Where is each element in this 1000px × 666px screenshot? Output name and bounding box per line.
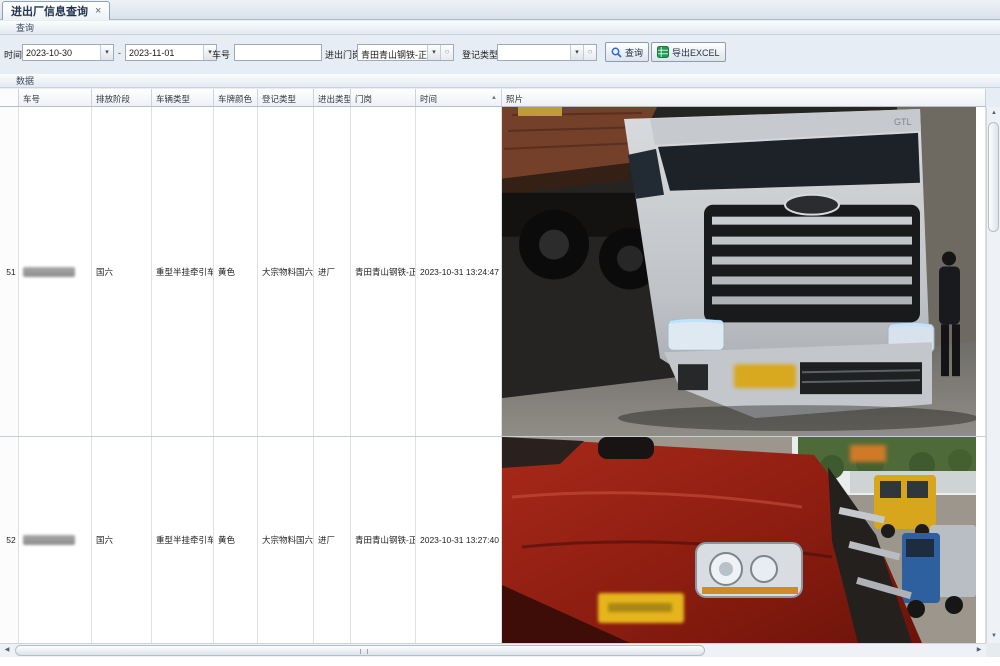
truck-photo-silver-front[interactable]: GTL xyxy=(502,107,976,436)
col-header-time[interactable]: 时间 ▲ xyxy=(416,89,502,106)
reg-type-cell: 大宗物料国六车 xyxy=(258,107,314,436)
gate-select[interactable]: 青田青山钢铁-正门 ▾ ○ xyxy=(357,44,454,61)
date-from-picker[interactable]: 2023-10-30 ▾ xyxy=(22,44,114,61)
data-section-band: 数据 xyxy=(0,74,1000,88)
in-out-cell: 进厂 xyxy=(314,437,351,643)
plate-label: 车号 xyxy=(212,48,230,61)
col-header-vehicle-type[interactable]: 车辆类型 xyxy=(152,89,214,106)
magnifier-icon xyxy=(611,47,622,58)
clear-circle-icon[interactable]: ○ xyxy=(583,45,596,60)
gate-cell: 青田青山钢铁-正门 xyxy=(351,437,416,643)
header-right-gap xyxy=(986,89,1000,107)
app-window: 进出厂信息查询 × 查询 时间 2023-10-30 ▾ - 2023-11-0… xyxy=(0,0,1000,666)
gate-cell: 青田青山钢铁-正门 xyxy=(351,107,416,436)
vehicle-type-cell: 重型半挂牵引车 xyxy=(152,437,214,643)
vehicle-type-cell: 重型半挂牵引车 xyxy=(152,107,214,436)
date-to-value: 2023-11-01 xyxy=(126,45,203,60)
col-header-in-out[interactable]: 进出类型 xyxy=(314,89,351,106)
date-to-picker[interactable]: 2023-11-01 ▾ xyxy=(125,44,217,61)
col-header-plate-color[interactable]: 车牌颜色 xyxy=(214,89,258,106)
col-header-time-label: 时间 xyxy=(420,94,437,104)
col-header-rownum[interactable] xyxy=(0,89,19,106)
gate-label: 进出门岗 xyxy=(325,48,361,61)
photo-cell xyxy=(502,437,986,643)
vertical-scrollbar[interactable]: ▲ ▼ xyxy=(986,107,1000,643)
tab-close-icon[interactable]: × xyxy=(95,5,101,17)
scroll-up-icon[interactable]: ▲ xyxy=(987,107,1000,120)
col-header-plate[interactable]: 车号 xyxy=(19,89,92,106)
reg-type-label: 登记类型 xyxy=(462,48,498,61)
scroll-left-icon[interactable]: ◀ xyxy=(0,644,14,657)
emission-cell: 国六 xyxy=(92,107,152,436)
time-label: 时间 xyxy=(4,48,22,61)
export-button-label: 导出EXCEL xyxy=(672,46,720,59)
vertical-scroll-thumb[interactable] xyxy=(988,122,999,232)
table-row[interactable]: 52 国六 重型半挂牵引车 黄色 大宗物料国六车 进厂 青田青山钢铁-正门 20… xyxy=(0,437,986,643)
gate-selected-value: 青田青山钢铁-正门 xyxy=(358,45,427,60)
date-from-value: 2023-10-30 xyxy=(23,45,100,60)
plate-color-cell: 黄色 xyxy=(214,437,258,643)
row-index: 51 xyxy=(0,107,19,436)
clear-circle-icon[interactable]: ○ xyxy=(440,45,453,60)
time-cell: 2023-10-31 13:24:47 xyxy=(416,107,502,436)
horizontal-scrollbar[interactable]: ◀ ▶ xyxy=(0,643,986,657)
row-index: 52 xyxy=(0,437,19,643)
col-header-gate[interactable]: 门岗 xyxy=(351,89,416,106)
col-header-reg-type[interactable]: 登记类型 xyxy=(258,89,314,106)
time-cell: 2023-10-31 13:27:40 xyxy=(416,437,502,643)
col-header-emission[interactable]: 排放阶段 xyxy=(92,89,152,106)
tab-entry-exit-query[interactable]: 进出厂信息查询 × xyxy=(2,1,110,20)
bottom-strip xyxy=(0,657,1000,666)
query-toolbar: 时间 2023-10-30 ▾ - 2023-11-01 ▾ 车号 进出门岗 青… xyxy=(0,35,1000,74)
table-row[interactable]: 51 国六 重型半挂牵引车 黄色 大宗物料国六车 进厂 青田青山钢铁-正门 20… xyxy=(0,107,986,437)
horizontal-scroll-thumb[interactable] xyxy=(15,645,705,656)
chevron-down-icon[interactable]: ▾ xyxy=(100,45,113,60)
scrollbar-corner xyxy=(986,643,1000,657)
truck-photo-red-closeup[interactable] xyxy=(502,437,976,643)
col-header-photo[interactable]: 照片 xyxy=(502,89,986,106)
chevron-down-icon[interactable]: ▾ xyxy=(570,45,583,60)
redacted-plate-blur xyxy=(23,267,75,277)
scroll-grip xyxy=(360,649,368,654)
grid-header-row: 车号 排放阶段 车辆类型 车牌颜色 登记类型 进出类型 门岗 时间 ▲ 照片 xyxy=(0,89,986,107)
tab-bar: 进出厂信息查询 × xyxy=(0,0,1000,20)
reg-type-select[interactable]: ▾ ○ xyxy=(497,44,597,61)
query-section-band: 查询 xyxy=(0,21,1000,35)
tab-title: 进出厂信息查询 xyxy=(11,3,88,19)
scroll-right-icon[interactable]: ▶ xyxy=(972,644,986,657)
reg-type-cell: 大宗物料国六车 xyxy=(258,437,314,643)
chevron-down-icon[interactable]: ▾ xyxy=(427,45,440,60)
reg-type-selected-value xyxy=(498,45,570,60)
plate-color-cell: 黄色 xyxy=(214,107,258,436)
sort-asc-icon[interactable]: ▲ xyxy=(491,95,497,101)
date-range-separator: - xyxy=(118,48,121,58)
export-excel-button[interactable]: 导出EXCEL xyxy=(651,42,726,62)
search-button[interactable]: 查询 xyxy=(605,42,649,62)
data-section-label: 数据 xyxy=(16,76,34,86)
plate-cell xyxy=(19,107,92,436)
redacted-plate-blur xyxy=(23,535,75,545)
excel-grid-icon xyxy=(657,46,669,58)
in-out-cell: 进厂 xyxy=(314,107,351,436)
scroll-down-icon[interactable]: ▼ xyxy=(987,630,1000,643)
results-grid: 车号 排放阶段 车辆类型 车牌颜色 登记类型 进出类型 门岗 时间 ▲ 照片 5… xyxy=(0,89,986,643)
search-button-label: 查询 xyxy=(625,46,643,59)
plate-input[interactable] xyxy=(235,45,321,60)
plate-cell xyxy=(19,437,92,643)
svg-text:GTL: GTL xyxy=(894,117,911,127)
photo-cell: GTL xyxy=(502,107,986,436)
plate-input-box xyxy=(234,44,322,61)
query-section-label: 查询 xyxy=(16,23,34,33)
emission-cell: 国六 xyxy=(92,437,152,643)
